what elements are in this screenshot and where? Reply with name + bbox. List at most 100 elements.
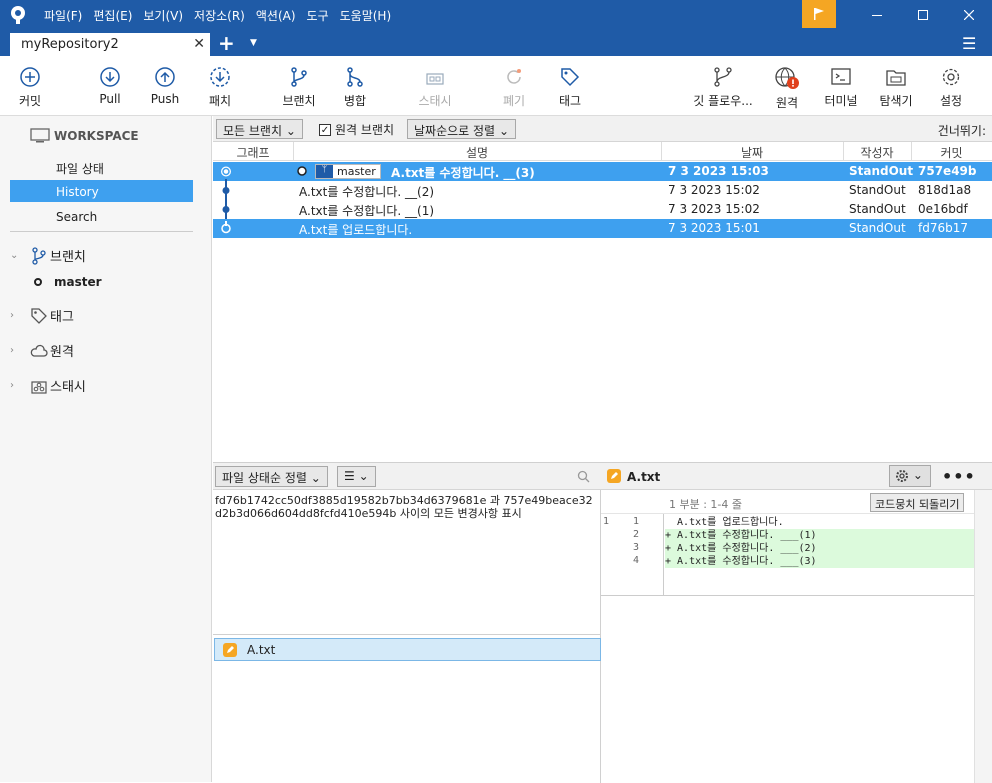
- merge-button[interactable]: 병합: [325, 66, 385, 109]
- sidebar-group-stashes[interactable]: › 스태시: [10, 376, 86, 395]
- commit-author: StandOut: [849, 183, 906, 197]
- commit-hash: 0e16bdf: [918, 202, 968, 216]
- menu-view[interactable]: 보기(V): [143, 7, 183, 24]
- discard-button[interactable]: 폐기: [484, 66, 544, 109]
- commit-row[interactable]: A.txt를 업로드합니다. 7 3 2023 15:01 StandOut f…: [213, 219, 992, 238]
- fetch-label: 패치: [208, 94, 232, 108]
- commit-row[interactable]: ᛘ master A.txt를 수정합니다. __(3) 7 3 2023 15…: [213, 162, 992, 181]
- hamburger-menu-icon[interactable]: ☰: [962, 34, 976, 53]
- revert-hunk-button[interactable]: 코드뭉치 되돌리기: [870, 493, 965, 512]
- remote-label: 원격: [775, 96, 799, 110]
- diff-pane: A.txt ⌄ ••• 1 부분 : 1-4 줄 코드뭉치 되돌리기 1 1 2…: [601, 463, 992, 783]
- gitflow-button[interactable]: 깃 플로우...: [688, 66, 758, 109]
- merge-label: 병합: [343, 94, 367, 108]
- remote-branches-checkbox[interactable]: ✓ 원격 브랜치: [319, 121, 394, 138]
- diff-scrollbar[interactable]: [974, 490, 992, 783]
- commit-row[interactable]: A.txt를 수정합니다. __(2) 7 3 2023 15:02 Stand…: [213, 179, 992, 202]
- branch-icon: ᛘ: [316, 165, 333, 178]
- modified-file-icon: [223, 643, 237, 657]
- menu-repository[interactable]: 저장소(R): [194, 7, 245, 24]
- changed-file-row[interactable]: A.txt: [214, 638, 601, 661]
- fetch-button[interactable]: 패치: [190, 66, 250, 109]
- file-sort-label: 파일 상태순 정렬: [222, 471, 307, 485]
- commit-icon: [20, 67, 40, 87]
- sidebar-branch-master[interactable]: master: [34, 275, 102, 289]
- sidebar-item-search[interactable]: Search: [10, 205, 193, 227]
- column-author[interactable]: 작성자: [843, 144, 911, 161]
- commit-description: A.txt를 업로드합니다.: [299, 223, 413, 237]
- branches-label: 브랜치: [50, 250, 86, 265]
- tab-list-chevron-down-icon[interactable]: ▼: [250, 38, 257, 48]
- commit-row[interactable]: A.txt를 수정합니다. __(1) 7 3 2023 15:02 Stand…: [213, 198, 992, 221]
- more-options-icon[interactable]: •••: [942, 467, 976, 486]
- new-line-number: 1: [633, 516, 640, 527]
- details-area: 파일 상태순 정렬 ⌄ ☰ ⌄ fd76b1742cc50df3885d1958…: [213, 462, 992, 783]
- maximize-button[interactable]: [900, 0, 946, 30]
- sidebar-item-file-status[interactable]: 파일 상태: [10, 155, 193, 177]
- fetch-icon: [210, 67, 230, 87]
- sidebar-group-tags[interactable]: › 태그: [10, 306, 74, 325]
- terminal-button[interactable]: 터미널: [811, 66, 871, 109]
- menu-edit[interactable]: 편집(E): [93, 7, 132, 24]
- column-date[interactable]: 날짜: [661, 144, 843, 161]
- pull-label: Pull: [99, 92, 121, 106]
- column-graph[interactable]: 그래프: [213, 144, 293, 161]
- chevron-down-icon: ⌄: [310, 471, 321, 485]
- settings-button[interactable]: 설정: [921, 66, 981, 109]
- diff-header: A.txt ⌄ •••: [601, 463, 992, 490]
- pull-button[interactable]: Pull: [80, 66, 140, 106]
- sidebar: WORKSPACE 파일 상태 History Search ⌄ 브랜치 mas…: [0, 116, 212, 782]
- sidebar-group-remotes[interactable]: › 원격: [10, 341, 74, 360]
- menu-file[interactable]: 파일(F): [44, 7, 82, 24]
- column-description[interactable]: 설명: [293, 144, 661, 161]
- commit-label: 커밋: [18, 94, 42, 108]
- notification-flag-button[interactable]: [802, 0, 836, 28]
- title-bar: 파일(F) 편집(E) 보기(V) 저장소(R) 액션(A) 도구 도움말(H): [0, 0, 992, 30]
- sort-label: 날짜순으로 정렬: [414, 124, 496, 138]
- column-commit[interactable]: 커밋: [911, 144, 992, 161]
- add-tab-button[interactable]: +: [218, 31, 235, 55]
- history-filter-bar: 모든 브랜치 ⌄ ✓ 원격 브랜치 날짜순으로 정렬 ⌄ 건너뛰기:: [213, 116, 992, 142]
- search-icon[interactable]: [577, 470, 590, 483]
- diff-line-added: + A.txt를 수정합니다. ___(3): [665, 555, 974, 568]
- minimize-button[interactable]: [854, 0, 900, 30]
- hunk-header: 1 부분 : 1-4 줄 코드뭉치 되돌리기: [601, 490, 974, 514]
- commit-date: 7 3 2023 15:02: [668, 202, 760, 216]
- remote-globe-icon: [775, 67, 799, 89]
- sort-dropdown[interactable]: 날짜순으로 정렬 ⌄: [407, 119, 516, 139]
- stash-button[interactable]: 스태시: [405, 66, 465, 109]
- tab-bar: myRepository2 ✕ + ▼ ☰: [0, 30, 992, 56]
- pull-icon: [100, 67, 120, 87]
- tab-label: myRepository2: [21, 37, 119, 52]
- changed-file-name: A.txt: [247, 643, 276, 657]
- maximize-icon: [918, 10, 928, 20]
- menu-tools[interactable]: 도구: [307, 7, 329, 24]
- sidebar-group-branches[interactable]: ⌄ 브랜치: [10, 246, 86, 265]
- settings-label: 설정: [939, 94, 963, 108]
- branch-filter-dropdown[interactable]: 모든 브랜치 ⌄: [216, 119, 303, 139]
- push-button[interactable]: Push: [135, 66, 195, 106]
- branch-filter-label: 모든 브랜치: [223, 124, 283, 138]
- close-tab-icon[interactable]: ✕: [193, 36, 205, 52]
- tag-button[interactable]: 태그: [540, 66, 600, 109]
- current-branch-dot-icon: [34, 278, 42, 286]
- files-toolbar: 파일 상태순 정렬 ⌄ ☰ ⌄: [213, 463, 601, 490]
- commit-button[interactable]: 커밋: [0, 66, 60, 109]
- branch-icon: [291, 67, 307, 87]
- remote-button[interactable]: 원격: [757, 66, 817, 111]
- tab-repository[interactable]: myRepository2 ✕: [10, 33, 210, 56]
- file-sort-dropdown[interactable]: 파일 상태순 정렬 ⌄: [215, 466, 328, 487]
- explorer-button[interactable]: 탐색기: [866, 66, 926, 109]
- hunk-range: 1 부분 : 1-4 줄: [669, 498, 743, 511]
- branch-tag-master[interactable]: ᛘ master: [315, 164, 381, 179]
- menu-actions[interactable]: 액션(A): [256, 7, 296, 24]
- menu-help[interactable]: 도움말(H): [340, 7, 392, 24]
- new-line-number: 2: [633, 529, 640, 540]
- close-window-button[interactable]: [946, 0, 992, 30]
- toolbar: 커밋 Pull Push 패치 브랜치 병합 스태시 폐기 태그 깃 플로우..…: [0, 56, 992, 116]
- sidebar-item-history[interactable]: History: [10, 180, 193, 202]
- branch-button[interactable]: 브랜치: [269, 66, 329, 109]
- stash-icon: [31, 380, 47, 394]
- diff-options-dropdown[interactable]: ⌄: [889, 465, 931, 487]
- file-view-dropdown[interactable]: ☰ ⌄: [337, 466, 376, 487]
